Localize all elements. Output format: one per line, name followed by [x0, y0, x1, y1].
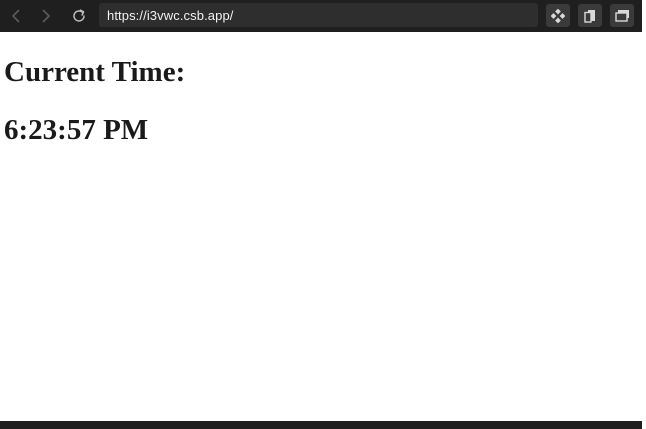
browser-toolbar: https://i3vwc.csb.app/ [0, 0, 642, 32]
page-content: Current Time: 6:23:57 PM [0, 32, 642, 420]
copy-icon[interactable] [578, 4, 602, 27]
url-text[interactable]: https://i3vwc.csb.app/ [107, 8, 233, 23]
address-bar[interactable]: https://i3vwc.csb.app/ [99, 3, 538, 27]
current-time-value: 6:23:57 PM [4, 114, 149, 146]
forward-arrow-icon[interactable] [37, 7, 55, 25]
open-window-icon[interactable] [610, 4, 634, 27]
browser-window: https://i3vwc.csb.app/ Current Time: 6:2… [0, 0, 646, 429]
move-icon[interactable] [546, 4, 570, 27]
reload-icon[interactable] [70, 7, 88, 25]
bottom-bar [0, 421, 642, 429]
back-arrow-icon[interactable] [7, 7, 25, 25]
window-edge [642, 0, 646, 429]
current-time-label: Current Time: [4, 56, 186, 88]
